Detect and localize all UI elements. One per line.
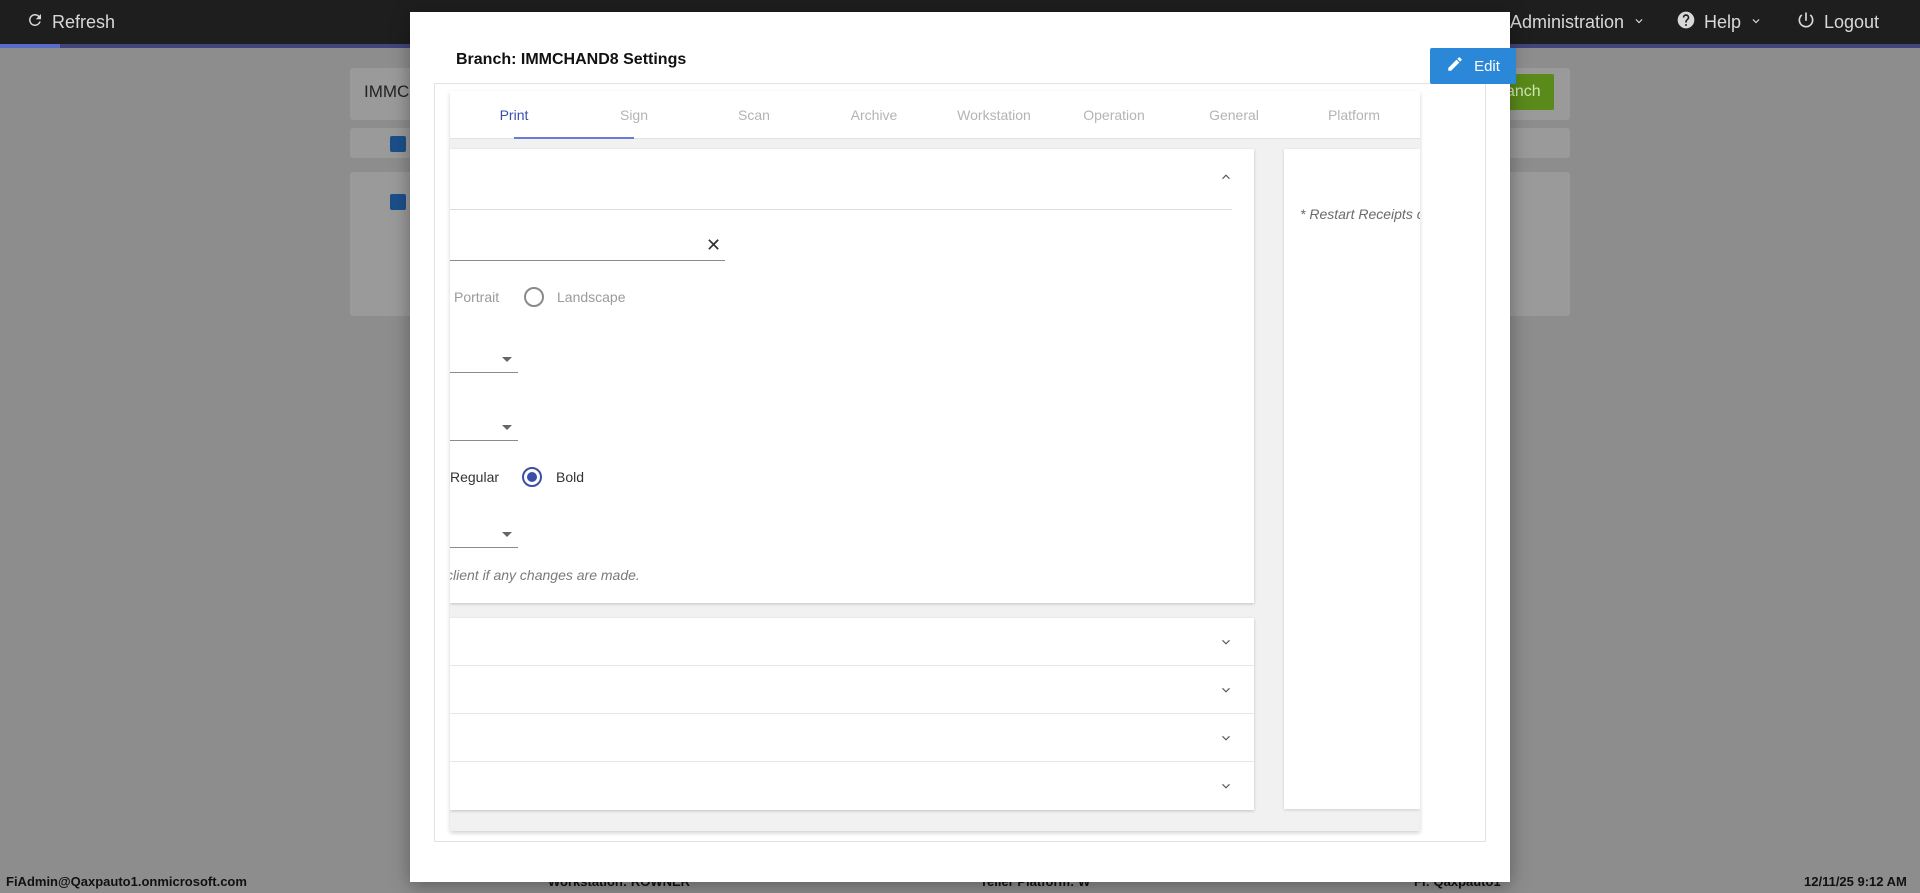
status-datetime: 12/11/25 9:12 AM [1804,874,1907,889]
refresh-icon [26,11,44,34]
chevron-down-icon[interactable] [1216,632,1236,652]
clear-field-icon[interactable]: ✕ [706,235,721,256]
help-icon [1676,10,1696,35]
restart-note: client if any changes are made. [450,567,640,583]
tab-platform[interactable]: Platform [1294,91,1414,139]
chevron-down-icon [1749,12,1763,33]
power-icon [1796,10,1816,35]
dropdown-3-underline[interactable] [450,547,518,548]
modal-title: Branch: IMMCHAND8 Settings [456,51,687,68]
tab-scan[interactable]: Scan [694,91,814,139]
print-settings-card: ✕ Portrait Landscape Regular Bold client… [450,149,1254,603]
settings-tabs-panel: Print Sign Scan Archive Workstation Oper… [450,91,1420,831]
tab-general[interactable]: General [1174,91,1294,139]
chevron-down-icon [1632,12,1646,33]
landscape-radio[interactable] [524,287,544,307]
edit-button[interactable]: Edit [1430,48,1516,84]
dropdown-arrow-icon[interactable] [502,357,512,362]
text-field-underline[interactable] [450,260,725,261]
accordion-row[interactable] [450,666,1254,714]
topbar-accent-highlight [0,44,60,48]
refresh-button[interactable]: Refresh [26,0,115,44]
chevron-down-icon[interactable] [1216,680,1236,700]
bold-radio[interactable] [522,467,542,487]
background-select-all-checkbox [390,136,406,152]
help-label: Help [1704,11,1742,32]
portrait-label: Portrait [454,289,500,305]
administration-menu[interactable]: Administration [1510,0,1646,44]
refresh-label: Refresh [52,11,116,32]
tab-workstation[interactable]: Workstation [934,91,1054,139]
edit-label: Edit [1474,57,1500,75]
dropdown-1-underline[interactable] [450,372,518,373]
background-search-value: IMMC [364,82,410,101]
modal-header: Branch: IMMCHAND8 Settings Edit [434,36,1516,84]
pencil-icon [1446,55,1464,77]
chevron-down-icon[interactable] [1216,776,1236,796]
accordion-row[interactable] [450,618,1254,666]
dropdown-arrow-icon[interactable] [502,532,512,537]
help-menu[interactable]: Help [1676,0,1763,44]
dropdown-arrow-icon[interactable] [502,425,512,430]
tab-archive[interactable]: Archive [814,91,934,139]
active-tab-indicator [514,137,634,139]
regular-label: Regular [450,469,500,485]
card-header-divider [450,209,1232,210]
logout-label: Logout [1824,11,1880,32]
tab-print[interactable]: Print [454,91,574,139]
settings-accordion-group [450,618,1254,810]
tab-operation[interactable]: Operation [1054,91,1174,139]
branch-settings-modal: Branch: IMMCHAND8 Settings Edit Print Si… [410,12,1516,882]
dropdown-2-underline[interactable] [450,440,518,441]
landscape-label: Landscape [557,289,626,305]
collapse-chevron-up-icon[interactable] [1216,167,1236,187]
status-user: FiAdmin@Qaxpauto1.onmicrosoft.com [6,874,247,889]
tabs-bar: Print Sign Scan Archive Workstation Oper… [450,91,1420,139]
accordion-row[interactable] [450,714,1254,762]
accordion-row[interactable] [450,762,1254,810]
side-restart-note: * Restart Receipts c [1300,206,1420,222]
bold-label: Bold [556,469,585,485]
logout-button[interactable]: Logout [1796,0,1879,44]
side-info-card: * Restart Receipts c [1284,149,1420,809]
chevron-down-icon[interactable] [1216,728,1236,748]
administration-label: Administration [1510,11,1625,32]
tab-sign[interactable]: Sign [574,91,694,139]
background-row-checkbox [390,194,406,210]
